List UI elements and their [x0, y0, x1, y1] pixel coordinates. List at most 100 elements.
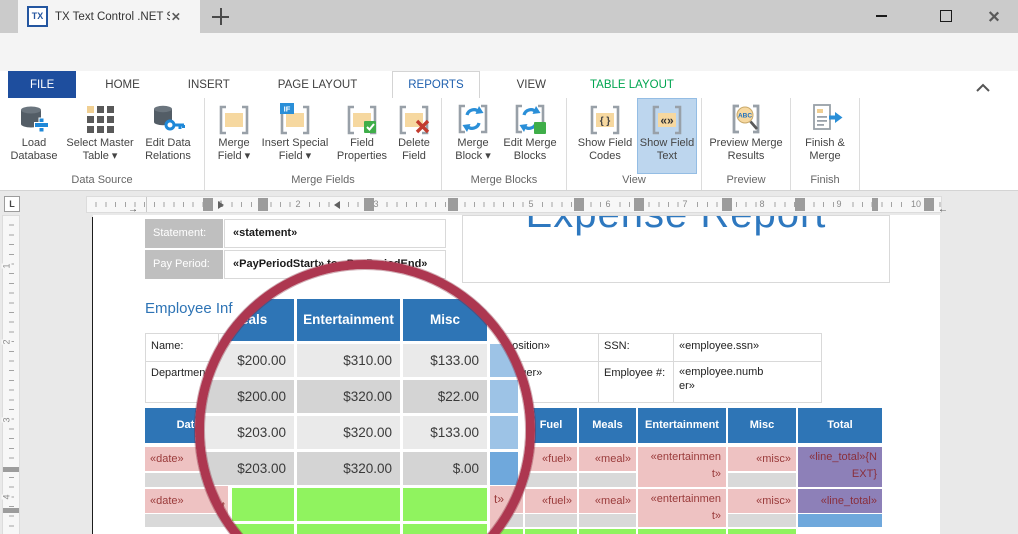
- expense-header-meals[interactable]: Meals: [579, 408, 636, 443]
- finish-and-merge-button[interactable]: Finish & Merge: [796, 99, 854, 173]
- window-close-icon[interactable]: [978, 6, 1008, 26]
- tab-table-layout[interactable]: TABLE LAYOUT: [575, 71, 689, 98]
- ribbon: Load Database Select Master Table ▾ Edit…: [0, 98, 1018, 191]
- tab-selector-box[interactable]: L: [4, 196, 20, 212]
- field-properties-icon: [347, 105, 377, 135]
- column-marker[interactable]: [872, 198, 878, 211]
- browser-toolbar: labs.textcontrol.com/simple ☆: [0, 33, 1018, 97]
- expense-header-entertainment[interactable]: Entertainment: [638, 408, 726, 443]
- meals-field[interactable]: «meal»: [579, 489, 636, 513]
- ruler-number: 2: [293, 199, 303, 209]
- misc-field[interactable]: «misc»: [728, 489, 796, 513]
- ruler-number: 1: [1, 263, 12, 269]
- group-caption: Merge Fields: [291, 174, 355, 186]
- edit-merge-blocks-button[interactable]: Edit Merge Blocks: [499, 99, 561, 173]
- vertical-ruler[interactable]: 1 2 3 4: [1, 215, 20, 534]
- entertainment-field[interactable]: «entertainment»: [638, 489, 726, 527]
- row-filler: [728, 514, 796, 527]
- green-row: [728, 529, 796, 534]
- collapse-ribbon-icon[interactable]: [975, 80, 991, 98]
- window-minimize-icon[interactable]: [866, 6, 896, 26]
- ribbon-tab-bar: FILE HOME INSERT PAGE LAYOUT REPORTS VIE…: [0, 71, 1018, 99]
- expense-header-misc[interactable]: Misc: [728, 408, 796, 443]
- column-marker[interactable]: [722, 198, 732, 211]
- ruler-number: 9: [834, 199, 844, 209]
- tab-reports[interactable]: REPORTS: [392, 71, 480, 99]
- browser-window: TX TX Text Control .NET Se labs.textcont…: [0, 0, 1018, 534]
- column-marker[interactable]: [364, 198, 374, 211]
- row-marker[interactable]: [3, 467, 19, 472]
- tab-home[interactable]: HOME: [90, 71, 155, 98]
- edit-data-relations-button[interactable]: Edit Data Relations: [137, 99, 199, 173]
- selected-row-filler: [798, 514, 882, 527]
- meals-field[interactable]: «meal»: [579, 447, 636, 471]
- column-marker[interactable]: [634, 198, 644, 211]
- horizontal-ruler[interactable]: 1 2 3 4 5 6 7 8 9 10: [86, 196, 942, 213]
- show-field-codes-icon: { }: [590, 105, 620, 135]
- employee-number-field[interactable]: «employee.number»: [679, 365, 769, 393]
- svg-text:IF: IF: [284, 105, 291, 114]
- site-favicon: TX: [27, 6, 48, 27]
- ruler-ticks: [87, 202, 941, 207]
- group-caption: Merge Blocks: [470, 174, 538, 186]
- tab-page-layout[interactable]: PAGE LAYOUT: [263, 71, 372, 98]
- select-master-table-button[interactable]: Select Master Table ▾: [63, 99, 137, 173]
- new-tab-icon[interactable]: [212, 8, 229, 25]
- tab-insert[interactable]: INSERT: [173, 71, 245, 98]
- name-label: Name:: [151, 340, 184, 352]
- column-marker[interactable]: [203, 198, 213, 211]
- show-field-codes-button[interactable]: { } Show Field Codes: [572, 99, 638, 173]
- document-area: L 1 2 3 4 5 6 7 8 9 10 →: [0, 192, 1018, 534]
- column-marker[interactable]: [448, 198, 458, 211]
- row-filler: [728, 473, 796, 487]
- ruler-number: 8: [757, 199, 767, 209]
- preview-merge-results-button[interactable]: ABC Preview Merge Results: [707, 99, 785, 173]
- statement-field[interactable]: «statement»: [224, 219, 446, 248]
- line-total-field[interactable]: «line_total»: [798, 489, 882, 513]
- ruler-number: 4: [1, 494, 12, 500]
- group-preview: ABC Preview Merge Results Preview: [702, 98, 791, 190]
- browser-tab[interactable]: TX TX Text Control .NET Se: [18, 0, 200, 33]
- indent-marker[interactable]: [334, 201, 340, 209]
- browser-tab-bar: TX TX Text Control .NET Se: [0, 0, 1018, 33]
- entertainment-field[interactable]: «entertainment»: [638, 447, 726, 487]
- row-filler: [579, 473, 636, 487]
- column-marker[interactable]: [795, 198, 805, 211]
- merge-block-button[interactable]: Merge Block ▾: [447, 99, 499, 173]
- merge-field-button[interactable]: Merge Field ▾: [210, 99, 258, 173]
- group-finish: Finish & Merge Finish: [791, 98, 860, 190]
- row-marker[interactable]: [3, 508, 19, 513]
- merge-block-icon: [458, 104, 488, 134]
- ruler-number: 5: [526, 199, 536, 209]
- line-total-field[interactable]: «line_total»{NEXT}: [798, 447, 882, 487]
- group-caption: Finish: [810, 174, 840, 186]
- show-field-text-button[interactable]: «» Show Field Text: [637, 98, 697, 174]
- margin-arrow-marker: ←: [938, 204, 948, 215]
- margin-divider: [146, 197, 147, 212]
- column-marker[interactable]: [258, 198, 268, 211]
- insert-special-field-button[interactable]: IF Insert Special Field ▾: [258, 99, 332, 173]
- tab-file[interactable]: FILE: [8, 71, 77, 98]
- misc-field[interactable]: «misc»: [728, 447, 796, 471]
- table-grid-icon: [87, 106, 114, 133]
- column-marker[interactable]: [924, 198, 934, 211]
- ssn-field[interactable]: «employee.ssn»: [679, 340, 759, 352]
- tab-view[interactable]: VIEW: [502, 71, 561, 98]
- load-database-button[interactable]: Load Database: [5, 99, 63, 173]
- group-view: { } Show Field Codes «» Show Field Text …: [567, 98, 702, 190]
- expense-header-total[interactable]: Total: [798, 408, 882, 443]
- page-left-border: [92, 217, 93, 534]
- merge-field-icon: [219, 105, 249, 135]
- database-key-icon: [154, 105, 185, 131]
- column-marker[interactable]: [574, 198, 584, 211]
- indent-marker[interactable]: [218, 201, 224, 209]
- delete-field-icon: [399, 105, 430, 135]
- group-merge-fields: Merge Field ▾ IF Insert Special Field ▾ …: [205, 98, 442, 190]
- delete-field-button[interactable]: Delete Field: [392, 99, 436, 173]
- field-properties-button[interactable]: Field Properties: [332, 99, 392, 173]
- svg-text:ABC: ABC: [738, 113, 752, 120]
- close-tab-icon[interactable]: [171, 12, 180, 21]
- group-caption: Data Source: [71, 174, 133, 186]
- ssn-label: SSN:: [604, 340, 630, 352]
- window-maximize-icon[interactable]: [931, 6, 961, 26]
